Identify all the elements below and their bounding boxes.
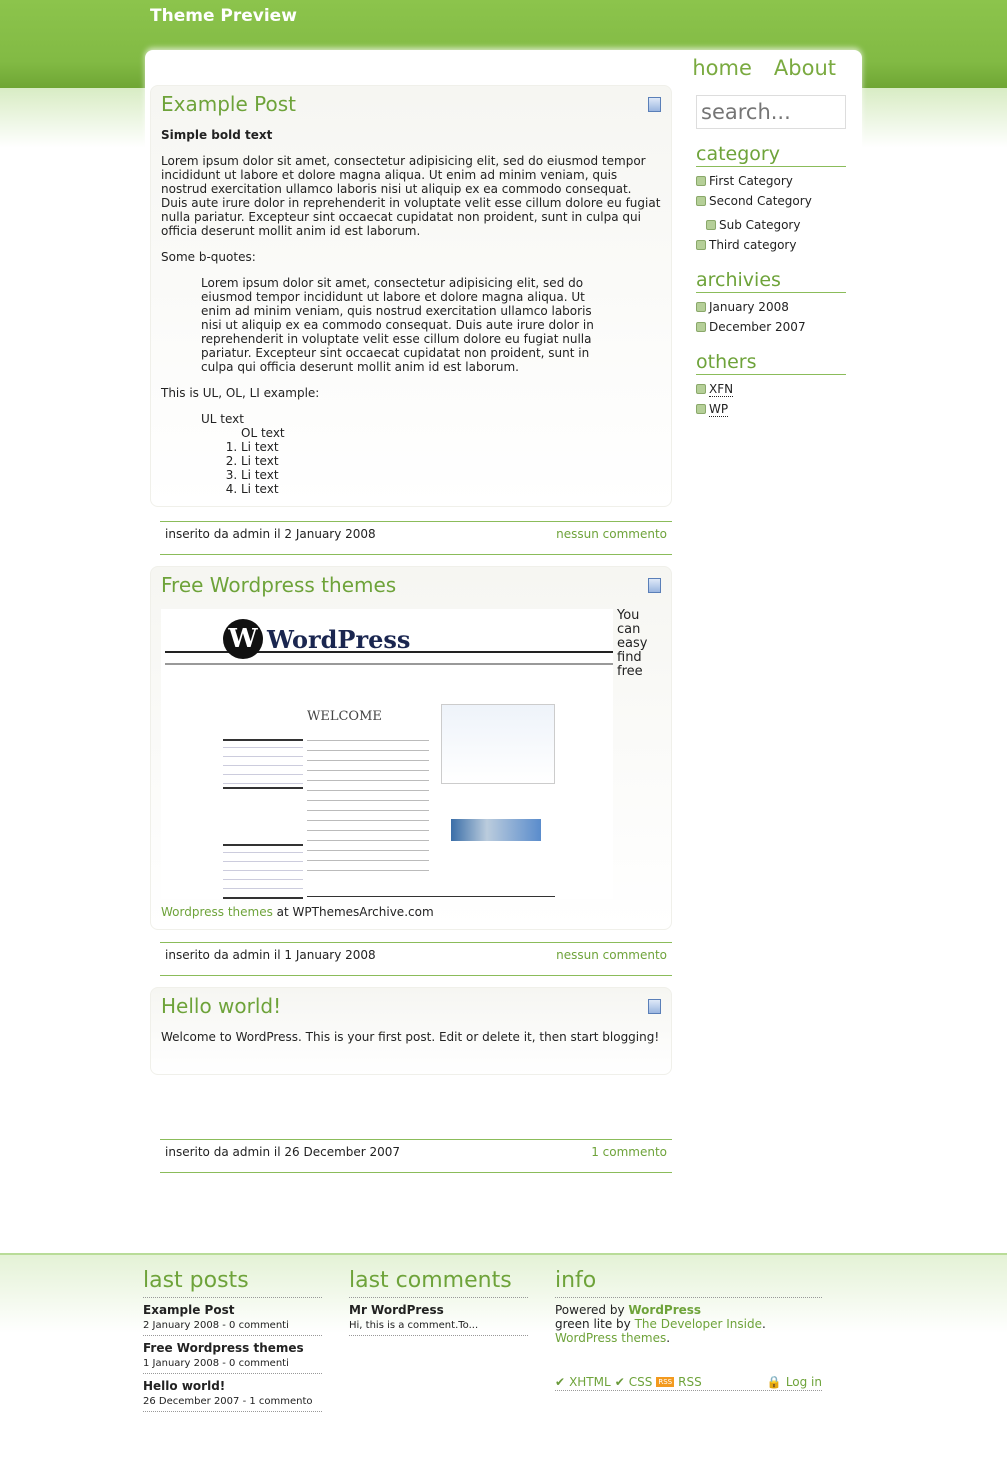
ol-text: OL text [241, 426, 285, 440]
last-comments-heading: last comments [349, 1268, 528, 1298]
xfn-link[interactable]: XFN [709, 382, 734, 397]
wordpress-link[interactable]: WordPress [628, 1303, 701, 1317]
link-suffix: at WPThemesArchive.com [272, 905, 434, 919]
footer-post-link[interactable]: Example Post [143, 1303, 234, 1317]
last-posts-heading: last posts [143, 1268, 322, 1298]
post: Hello world! Welcome to WordPress. This … [150, 987, 672, 1173]
footer-last-posts: last posts Example Post 2 January 2008 - … [143, 1268, 322, 1417]
footer-last-comments: last comments Mr WordPress Hi, this is a … [349, 1268, 528, 1341]
post-footer: inserito da admin il 2 January 2008 nessu… [160, 521, 672, 555]
comments-link[interactable]: 1 commento [591, 1145, 667, 1172]
document-icon [648, 578, 661, 593]
footer-info: info Powered by WordPress green lite by … [555, 1268, 822, 1391]
wordpress-screenshot-image: W WordPress WELCOME [161, 609, 613, 899]
list-item: Li text [241, 440, 661, 454]
post-meta: inserito da admin il 1 January 2008 [165, 948, 376, 962]
post: Example Post Simple bold text Lorem ipsu… [150, 85, 672, 555]
info-heading: info [555, 1268, 822, 1298]
archive-link[interactable]: January 2008 [709, 300, 789, 314]
css-link[interactable]: CSS [629, 1375, 653, 1389]
wordpress-themes-link[interactable]: WordPress themes [555, 1331, 666, 1345]
post-footer: inserito da admin il 26 December 2007 1 c… [160, 1139, 672, 1173]
category-link[interactable]: Third category [709, 238, 796, 252]
list-item: Li text [241, 454, 661, 468]
comments-link[interactable]: nessun commento [556, 948, 667, 975]
bullet-icon [696, 196, 706, 206]
site-title[interactable]: Theme Preview [150, 6, 297, 26]
post-meta: inserito da admin il 26 December 2007 [165, 1145, 401, 1159]
footer-post-link[interactable]: Free Wordpress themes [143, 1341, 304, 1355]
list-label: This is UL, OL, LI example: [161, 386, 320, 400]
archives-heading: archivies [696, 269, 846, 293]
bullet-icon [696, 384, 706, 394]
check-icon: ✔ [555, 1375, 566, 1389]
footer-post-meta: 2 January 2008 - 0 commenti [143, 1320, 289, 1331]
login-link[interactable]: Log in [786, 1375, 822, 1389]
footer-post-link[interactable]: Hello world! [143, 1379, 225, 1393]
ul-text: UL text [201, 412, 244, 426]
sidebar: category First Category Second Category … [696, 95, 846, 419]
list-item: Li text [241, 482, 661, 496]
post-paragraph: Welcome to WordPress. This is your first… [161, 1030, 660, 1044]
bq-label: Some b-quotes: [161, 250, 256, 264]
main-nav: home About [692, 56, 836, 80]
category-link[interactable]: Sub Category [719, 218, 800, 232]
developer-inside-link[interactable]: The Developer Inside [635, 1317, 762, 1331]
bullet-icon [696, 322, 706, 332]
post-footer: inserito da admin il 1 January 2008 nessu… [160, 942, 672, 976]
period: . [666, 1331, 671, 1345]
search-input[interactable] [696, 95, 846, 129]
post-title[interactable]: Example Post [161, 92, 296, 116]
wp-link[interactable]: WP [709, 402, 729, 417]
blockquote: Lorem ipsum dolor sit amet, consectetur … [201, 276, 594, 374]
post-list: Example Post Simple bold text Lorem ipsu… [150, 85, 672, 1184]
rss-link[interactable]: RSS [678, 1375, 702, 1389]
bullet-icon [706, 220, 716, 230]
post-title[interactable]: Free Wordpress themes [161, 573, 396, 597]
check-icon: ✔ [614, 1375, 625, 1389]
category-link[interactable]: First Category [709, 174, 793, 188]
post-meta: inserito da admin il 2 January 2008 [165, 527, 376, 541]
footer-comment-excerpt: Hi, this is a comment.To... [349, 1320, 479, 1331]
document-icon [648, 97, 661, 112]
wordpress-themes-link[interactable]: Wordpress themes [161, 905, 273, 919]
period: . [761, 1317, 766, 1331]
side-text: You can easy find free [617, 609, 648, 679]
bullet-icon [696, 302, 706, 312]
post-paragraph: Lorem ipsum dolor sit amet, consectetur … [161, 154, 661, 238]
lock-icon: 🔒 [766, 1375, 782, 1389]
xhtml-link[interactable]: XHTML [569, 1375, 611, 1389]
footer-comment-author[interactable]: Mr WordPress [349, 1303, 444, 1317]
comments-link[interactable]: nessun commento [556, 527, 667, 554]
footer-post-meta: 1 January 2008 - 0 commenti [143, 1358, 289, 1369]
bullet-icon [696, 404, 706, 414]
nav-home[interactable]: home [692, 56, 752, 80]
footer-post-meta: 26 December 2007 - 1 commento [143, 1396, 313, 1407]
green-lite-text: green lite by [555, 1317, 635, 1331]
list-item: Li text [241, 468, 661, 482]
bullet-icon [696, 240, 706, 250]
category-link[interactable]: Second Category [709, 194, 812, 208]
rss-icon: RSS [656, 1377, 675, 1387]
content-wrapper: home About Example Post Simple bold text… [145, 50, 862, 1240]
archive-link[interactable]: December 2007 [709, 320, 806, 334]
powered-by-text: Powered by [555, 1303, 629, 1317]
others-heading: others [696, 351, 846, 375]
bold-text: Simple bold text [161, 128, 273, 142]
post-title[interactable]: Hello world! [161, 994, 281, 1018]
nav-about[interactable]: About [774, 56, 836, 80]
document-icon [648, 999, 661, 1014]
category-heading: category [696, 143, 846, 167]
post: Free Wordpress themes W WordPress WELCOM… [150, 566, 672, 976]
bullet-icon [696, 176, 706, 186]
